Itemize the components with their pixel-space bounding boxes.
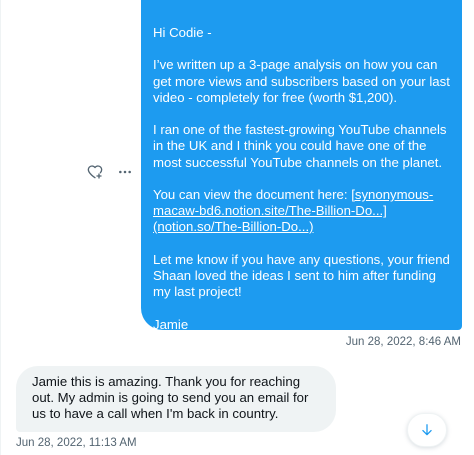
link-intro-text: You can view the document here: bbox=[153, 186, 352, 202]
sent-message-bubble: Hi Codie - I’ve written up a 3-page anal… bbox=[141, 0, 462, 332]
received-timestamp: Jun 28, 2022, 11:13 AM bbox=[16, 437, 137, 449]
received-message-text: Jamie this is amazing. Thank you for rea… bbox=[32, 374, 309, 421]
message-actions bbox=[86, 163, 134, 181]
scroll-to-bottom-button[interactable] bbox=[407, 413, 447, 447]
message-paragraph: Let me know if you have any questions, y… bbox=[153, 251, 450, 300]
message-signature: Jamie bbox=[153, 316, 189, 332]
heart-plus-icon bbox=[87, 165, 103, 179]
notion-link[interactable]: (notion.so/The-Billion-Do...) bbox=[153, 219, 314, 234]
arrow-down-icon bbox=[422, 424, 432, 436]
sent-timestamp: Jun 28, 2022, 8:46 AM bbox=[345, 336, 461, 348]
message-paragraph: I ran one of the fastest-growing YouTube… bbox=[153, 122, 447, 170]
add-reaction-button[interactable] bbox=[86, 163, 104, 181]
message-paragraph-links: You can view the document here: [synonym… bbox=[153, 187, 450, 236]
conversation-view: Hi Codie - I’ve written up a 3-page anal… bbox=[0, 0, 474, 455]
pane-divider bbox=[0, 0, 1, 455]
message-greeting: Hi Codie - bbox=[153, 25, 212, 40]
more-horizontal-icon bbox=[119, 170, 131, 174]
received-message-bubble: Jamie this is amazing. Thank you for rea… bbox=[16, 366, 336, 432]
message-paragraph: I’ve written up a 3-page analysis on how… bbox=[153, 57, 450, 105]
more-options-button[interactable] bbox=[116, 163, 134, 181]
